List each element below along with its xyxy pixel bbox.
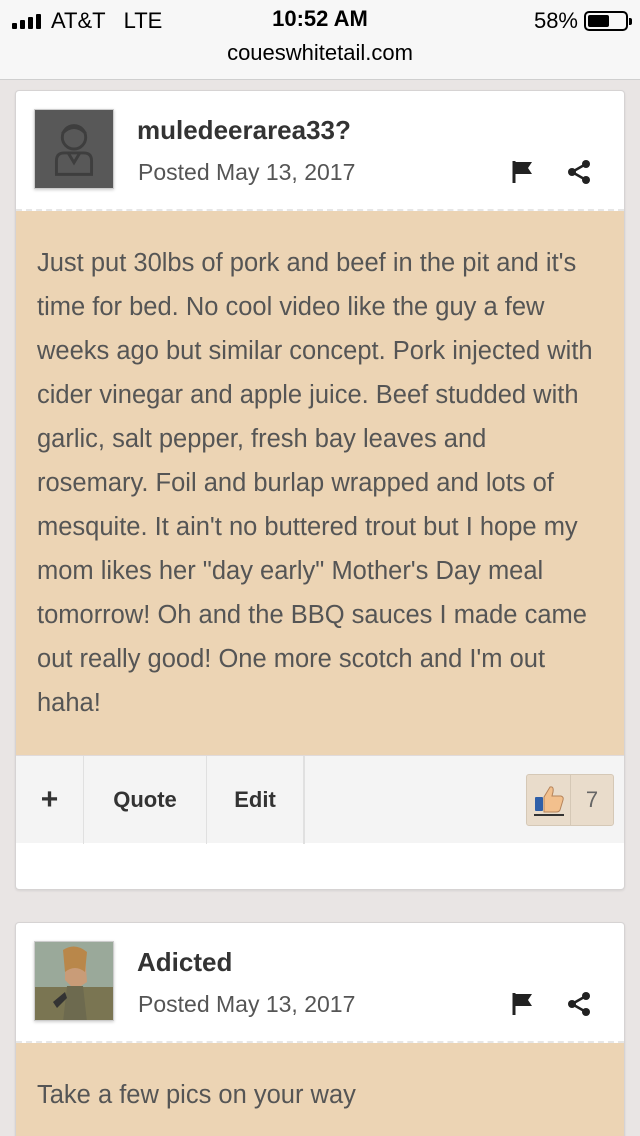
post-header: muledeerarea33? Posted May 13, 2017 — [16, 91, 624, 211]
battery-fill — [588, 15, 609, 27]
author-name[interactable]: Adicted — [137, 947, 232, 978]
share-icon[interactable] — [566, 159, 592, 185]
share-icon[interactable] — [566, 991, 592, 1017]
post-card: muledeerarea33? Posted May 13, 2017 Just… — [15, 90, 625, 890]
post-card: Adicted Posted May 13, 2017 Take a few p… — [15, 922, 625, 1136]
post-content: Take a few pics on your way — [16, 1043, 624, 1136]
post-date: Posted May 13, 2017 — [138, 159, 356, 185]
post-date: Posted May 13, 2017 — [138, 991, 356, 1017]
post-content: Just put 30lbs of pork and beef in the p… — [16, 211, 624, 755]
avatar-photo-image — [35, 942, 113, 1020]
avatar[interactable] — [34, 941, 114, 1021]
author-name[interactable]: muledeerarea33? — [137, 115, 351, 146]
post-actions: + Quote Edit 7 — [16, 755, 624, 844]
post-tools — [510, 991, 592, 1017]
flag-icon[interactable] — [510, 991, 536, 1017]
actions-divider — [304, 756, 305, 844]
default-avatar-icon — [54, 124, 94, 176]
battery-percent: 58% — [533, 8, 578, 33]
quote-button[interactable]: Quote — [84, 756, 207, 844]
edit-button[interactable]: Edit — [207, 756, 304, 844]
browser-top-bar: AT&T LTE 10:52 AM 58% coueswhitetail.com — [0, 0, 640, 80]
post-tools — [510, 159, 592, 185]
url-bar[interactable]: coueswhitetail.com — [0, 40, 640, 66]
reaction-button[interactable]: 7 — [526, 774, 614, 826]
thumbs-up-icon — [527, 775, 571, 825]
battery-icon — [584, 11, 632, 31]
status-right: 58% — [533, 6, 632, 36]
reaction-count: 7 — [585, 787, 599, 812]
multiquote-button[interactable]: + — [16, 756, 84, 844]
flag-icon[interactable] — [510, 159, 536, 185]
avatar[interactable] — [34, 109, 114, 189]
post-header: Adicted Posted May 13, 2017 — [16, 923, 624, 1043]
